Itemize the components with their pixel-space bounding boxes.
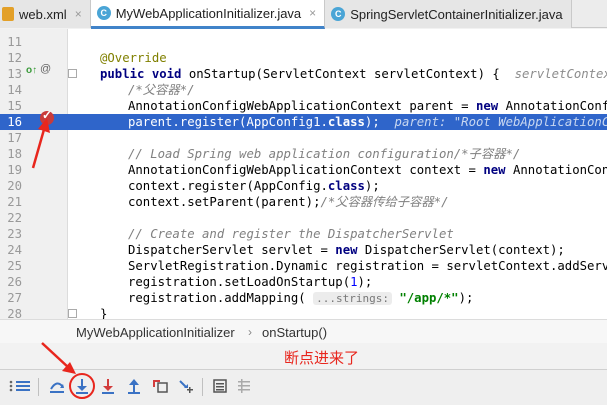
arrow-to-step-into: [41, 342, 76, 374]
annotation-arrows: [31, 118, 76, 374]
arrow-to-breakpoint: [31, 118, 50, 169]
